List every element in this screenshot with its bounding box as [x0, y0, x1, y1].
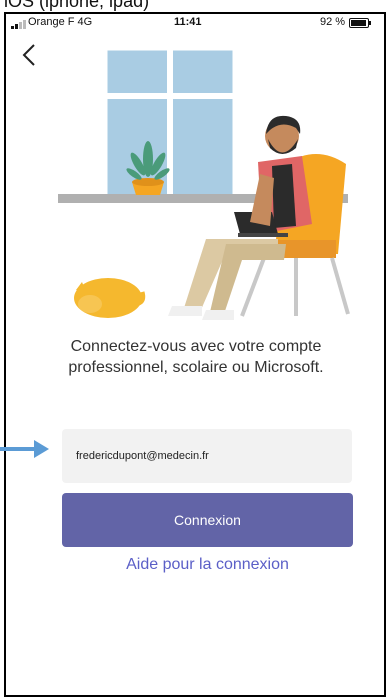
phone-screen: Orange F 4G 11:41 92 % Connectez-vous av…	[4, 12, 386, 697]
sign-in-help-link[interactable]: Aide pour la connexion	[62, 556, 353, 574]
status-bar: Orange F 4G 11:41 92 %	[6, 14, 384, 34]
battery-icon	[349, 18, 371, 28]
welcome-illustration	[58, 47, 350, 320]
arrow-right-icon	[0, 440, 49, 458]
clock: 11:41	[174, 16, 202, 28]
carrier-label: Orange F 4G	[28, 16, 93, 28]
sign-in-prompt: Connectez-vous avec votre compte profess…	[68, 338, 324, 376]
signal-icon	[11, 19, 27, 29]
network-label: 4G	[77, 16, 93, 28]
page-caption: iOS (iphone, ipad)	[4, 0, 150, 11]
connect-button[interactable]: Connexion	[62, 493, 353, 547]
back-chevron-icon[interactable]	[20, 42, 40, 68]
email-field[interactable]	[62, 429, 352, 483]
battery-percent: 92 %	[320, 16, 346, 28]
